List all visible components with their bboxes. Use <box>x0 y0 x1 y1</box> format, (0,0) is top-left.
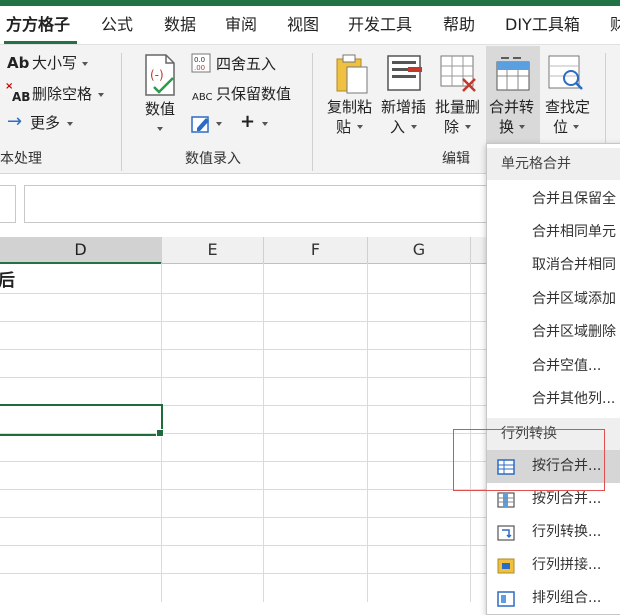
fill-icon <box>191 116 209 133</box>
menu-item-merge-area-delete[interactable]: 合并区域删除 <box>487 316 620 349</box>
chevron-down-icon <box>357 125 363 129</box>
edit-group-label: 编辑 <box>442 151 470 167</box>
find-locate-label-2: 位 <box>553 118 569 136</box>
chevron-down-icon <box>262 122 268 126</box>
svg-text:(-): (-) <box>150 68 164 82</box>
active-cell-selection[interactable] <box>0 404 163 436</box>
copy-paste-label-2: 贴 <box>336 118 352 136</box>
clipboard-icon <box>336 54 368 94</box>
merge-convert-label-2: 换 <box>499 118 515 136</box>
svg-text:.00: .00 <box>194 64 205 72</box>
insert-label-1: 新增插 <box>381 98 427 116</box>
highlight-annotation-box <box>453 429 605 491</box>
menu-item-merge-blanks[interactable]: 合并空值... <box>487 350 620 383</box>
column-header-e[interactable]: E <box>162 237 264 264</box>
tab-review[interactable]: 审阅 <box>225 14 257 36</box>
permutation-icon <box>497 591 515 607</box>
fill-handle[interactable] <box>156 429 164 437</box>
find-locate-label-1: 查找定 <box>545 98 591 116</box>
round-label: 四舍五入 <box>216 55 277 73</box>
chevron-down-icon <box>157 127 163 131</box>
copy-paste-label-1: 复制粘 <box>327 98 373 116</box>
column-header-g[interactable]: G <box>368 237 471 264</box>
chevron-down-icon <box>82 62 88 66</box>
batch-delete-label-1: 批量删 <box>435 98 481 116</box>
remove-space-icon: AB <box>12 90 31 104</box>
case-label: 大小写 <box>32 54 78 72</box>
group-separator <box>312 53 313 171</box>
merge-grid-icon <box>496 57 530 91</box>
chevron-down-icon <box>98 93 104 97</box>
value-icon: (-) <box>145 54 175 96</box>
tab-formula[interactable]: 公式 <box>101 14 133 36</box>
text-group-label: 本处理 <box>0 151 42 167</box>
cell-d1[interactable]: 后 <box>0 266 15 291</box>
chevron-down-icon <box>465 125 471 129</box>
plus-icon: + <box>240 111 256 132</box>
keep-number-icon: ABC <box>192 92 213 103</box>
case-icon: Ab <box>7 54 30 72</box>
tab-data[interactable]: 数据 <box>164 14 196 36</box>
chevron-down-icon <box>573 125 579 129</box>
chevron-down-icon <box>411 125 417 129</box>
name-box[interactable] <box>0 185 16 223</box>
group-separator <box>121 53 122 171</box>
menu-item-permutation[interactable]: 排列组合... <box>487 582 620 615</box>
tab-view[interactable]: 视图 <box>287 14 319 36</box>
arrow-right-icon: → <box>7 111 23 132</box>
merge-convert-button[interactable]: 合并转 换 <box>486 46 540 144</box>
menu-item-merge-other-columns[interactable]: 合并其他列... <box>487 383 620 416</box>
number-group-label: 数值录入 <box>185 151 241 167</box>
tab-fangfanggezi[interactable]: 方方格子 <box>6 14 70 36</box>
menu-item-unmerge-same[interactable]: 取消合并相同 <box>487 249 620 282</box>
tab-developer[interactable]: 开发工具 <box>348 14 412 36</box>
batch-delete-label-2: 除 <box>444 118 460 136</box>
active-tab-underline <box>4 41 77 44</box>
menu-item-row-column-join[interactable]: 行列拼接... <box>487 549 620 582</box>
delete-grid-icon <box>440 55 476 92</box>
menu-item-merge-keep-all[interactable]: 合并且保留全 <box>487 183 620 216</box>
keep-number-label: 只保留数值 <box>216 85 292 103</box>
transpose-icon <box>497 525 515 541</box>
tab-help[interactable]: 帮助 <box>443 14 475 36</box>
merge-convert-menu: 单元格合并 合并且保留全 合并相同单元 取消合并相同 合并区域添加 合并区域删除… <box>486 143 620 615</box>
find-icon <box>548 55 583 90</box>
join-icon <box>497 558 515 574</box>
insert-label-2: 入 <box>390 118 406 136</box>
menu-item-transpose[interactable]: 行列转换... <box>487 516 620 549</box>
round-icon: 0.0 .00 <box>191 53 211 73</box>
more-label: 更多 <box>30 114 61 132</box>
column-header-d[interactable]: D <box>0 237 162 264</box>
tab-partial[interactable]: 财 <box>610 14 620 36</box>
chevron-down-icon <box>519 125 525 129</box>
column-merge-icon <box>497 492 515 508</box>
ribbon-tabs: 方方格子 公式 数据 审阅 视图 开发工具 帮助 DIY工具箱 财 <box>0 6 620 45</box>
menu-item-merge-same-cells[interactable]: 合并相同单元 <box>487 216 620 249</box>
insert-icon <box>387 55 422 91</box>
svg-text:0.0: 0.0 <box>194 56 205 64</box>
column-header-f[interactable]: F <box>264 237 368 264</box>
chevron-down-icon <box>67 122 73 126</box>
chevron-down-icon <box>216 122 222 126</box>
menu-item-merge-area-add[interactable]: 合并区域添加 <box>487 283 620 316</box>
tab-diy-toolbox[interactable]: DIY工具箱 <box>505 14 580 36</box>
remove-space-label: 删除空格 <box>32 85 93 103</box>
merge-convert-label-1: 合并转 <box>489 98 535 116</box>
menu-section-cell-merge: 单元格合并 <box>487 148 620 180</box>
value-label: 数值 <box>145 100 176 118</box>
